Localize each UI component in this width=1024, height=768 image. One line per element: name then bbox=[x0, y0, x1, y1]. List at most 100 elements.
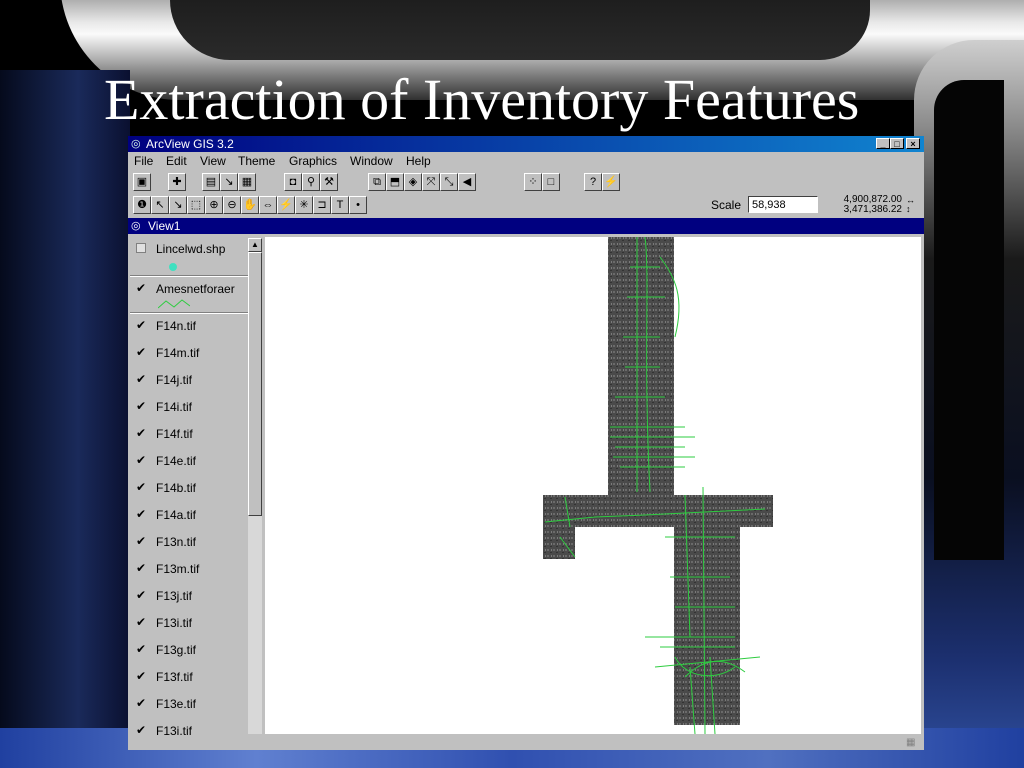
vertex-edit-icon[interactable]: ↘ bbox=[169, 196, 187, 214]
status-bar: ▦ bbox=[128, 736, 924, 750]
identify-icon[interactable]: ❶ bbox=[133, 196, 151, 214]
area-of-interest-icon[interactable]: ⬚ bbox=[187, 196, 205, 214]
select-by-theme-icon[interactable]: ⁘ bbox=[524, 173, 542, 191]
query-builder-icon[interactable]: ⚒ bbox=[320, 173, 338, 191]
layer-name: F14b.tif bbox=[156, 481, 197, 495]
scroll-thumb[interactable] bbox=[248, 252, 262, 516]
hotlink-icon[interactable]: ⚡ bbox=[602, 173, 620, 191]
toc-layer-item[interactable]: ✔ F14f.tif bbox=[130, 423, 248, 450]
toc-divider bbox=[130, 313, 248, 314]
callout-icon[interactable]: ⊐ bbox=[313, 196, 331, 214]
scale-input[interactable] bbox=[748, 196, 818, 213]
window-titlebar[interactable]: ◎ ArcView GIS 3.2 _ □ × bbox=[128, 136, 924, 152]
layer-checkbox[interactable] bbox=[136, 243, 146, 253]
toc-layer-lincelwd[interactable]: Lincelwd.shp bbox=[130, 238, 248, 274]
toc-layer-item[interactable]: ✔ F14i.tif bbox=[130, 396, 248, 423]
add-theme-icon[interactable]: ✚ bbox=[168, 173, 186, 191]
menu-help[interactable]: Help bbox=[406, 154, 431, 168]
menubar: File Edit View Theme Graphics Window Hel… bbox=[128, 153, 924, 171]
layer-check-icon[interactable]: ✔ bbox=[136, 535, 148, 547]
hotlink-tool-icon[interactable]: ⚡ bbox=[277, 196, 295, 214]
label-icon[interactable]: ✳ bbox=[295, 196, 313, 214]
toc-layer-item[interactable]: ✔ F13n.tif bbox=[130, 531, 248, 558]
toc-layer-item[interactable]: ✔ F14m.tif bbox=[130, 342, 248, 369]
menu-edit[interactable]: Edit bbox=[166, 154, 187, 168]
toc-layer-item[interactable]: ✔ F14j.tif bbox=[130, 369, 248, 396]
layer-name: F14e.tif bbox=[156, 454, 197, 468]
zoom-to-extent-icon[interactable]: ⧉ bbox=[368, 173, 386, 191]
view-titlebar[interactable]: ◎ View1 bbox=[128, 218, 924, 234]
clear-selection-icon[interactable]: □ bbox=[542, 173, 560, 191]
toc-layer-item[interactable]: ✔ F13g.tif bbox=[130, 639, 248, 666]
draw-point-icon[interactable]: • bbox=[349, 196, 367, 214]
toc-layer-item[interactable]: ✔ F13i.tif bbox=[130, 612, 248, 639]
layer-check-icon[interactable]: ✔ bbox=[136, 400, 148, 412]
layer-check-icon[interactable]: ✔ bbox=[136, 481, 148, 493]
arcview-globe-icon: ◎ bbox=[131, 138, 141, 150]
layer-check-icon[interactable]: ✔ bbox=[136, 282, 148, 294]
save-icon[interactable]: ▣ bbox=[133, 173, 151, 191]
theme-properties-icon[interactable]: ▤ bbox=[202, 173, 220, 191]
layer-check-icon[interactable]: ✔ bbox=[136, 670, 148, 682]
layer-check-icon[interactable]: ✔ bbox=[136, 589, 148, 601]
layer-name: F13e.tif bbox=[156, 697, 197, 711]
help-icon[interactable]: ? bbox=[584, 173, 602, 191]
measure-icon[interactable]: ⇔ bbox=[259, 196, 277, 214]
layer-check-icon[interactable]: ✔ bbox=[136, 643, 148, 655]
resize-grip-icon[interactable]: ▦ bbox=[906, 737, 920, 749]
zoom-previous-icon[interactable]: ◀ bbox=[458, 173, 476, 191]
toc-layer-item[interactable]: ✔ F14n.tif bbox=[130, 315, 248, 342]
locate-address-icon[interactable]: ⚲ bbox=[302, 173, 320, 191]
toc-layer-item[interactable]: ✔ F14a.tif bbox=[130, 504, 248, 531]
find-icon[interactable]: ◘ bbox=[284, 173, 302, 191]
layer-check-icon[interactable]: ✔ bbox=[136, 454, 148, 466]
text-tool-icon[interactable]: T bbox=[331, 196, 349, 214]
line-symbol-icon bbox=[158, 299, 190, 309]
background-right-inner bbox=[934, 80, 1004, 560]
layer-check-icon[interactable]: ✔ bbox=[136, 616, 148, 628]
layer-check-icon[interactable]: ✔ bbox=[136, 697, 148, 709]
close-button[interactable]: × bbox=[906, 138, 920, 149]
tool-bar: ❶ ↖ ↘ ⬚ ⊕ ⊖ ✋ ⇔ ⚡ ✳ ⊐ T • Scale 4,900,87… bbox=[128, 194, 924, 216]
zoom-in-icon[interactable]: ⤧ bbox=[422, 173, 440, 191]
toc-layer-item[interactable]: ✔ F14e.tif bbox=[130, 450, 248, 477]
minimize-button[interactable]: _ bbox=[876, 138, 890, 149]
scroll-up-icon[interactable]: ▲ bbox=[248, 238, 262, 252]
toc-layer-amesnet[interactable]: ✔ Amesnetforaer bbox=[130, 278, 248, 312]
layer-check-icon[interactable]: ✔ bbox=[136, 427, 148, 439]
layer-name: Lincelwd.shp bbox=[156, 242, 226, 256]
menu-view[interactable]: View bbox=[200, 154, 226, 168]
toc-layer-item[interactable]: ✔ F14b.tif bbox=[130, 477, 248, 504]
toc-scrollbar[interactable]: ▲ bbox=[248, 238, 262, 734]
menu-window[interactable]: Window bbox=[350, 154, 393, 168]
layer-check-icon[interactable]: ✔ bbox=[136, 319, 148, 331]
pointer-icon[interactable]: ↖ bbox=[151, 196, 169, 214]
open-table-icon[interactable]: ▦ bbox=[238, 173, 256, 191]
background-left-panel bbox=[0, 70, 130, 768]
edit-legend-icon[interactable]: ↘ bbox=[220, 173, 238, 191]
zoom-to-themes-icon[interactable]: ⬒ bbox=[386, 173, 404, 191]
menu-file[interactable]: File bbox=[134, 154, 153, 168]
layer-check-icon[interactable]: ✔ bbox=[136, 562, 148, 574]
layer-check-icon[interactable]: ✔ bbox=[136, 724, 148, 736]
layer-name: Amesnetforaer bbox=[156, 282, 235, 296]
menu-theme[interactable]: Theme bbox=[238, 154, 275, 168]
layer-check-icon[interactable]: ✔ bbox=[136, 373, 148, 385]
map-display[interactable] bbox=[265, 237, 921, 734]
zoom-in-tool-icon[interactable]: ⊕ bbox=[205, 196, 223, 214]
maximize-button[interactable]: □ bbox=[890, 138, 904, 149]
toc-layer-item[interactable]: ✔ F13m.tif bbox=[130, 558, 248, 585]
toc-layer-item[interactable]: ✔ F13j.tif bbox=[130, 585, 248, 612]
menu-graphics[interactable]: Graphics bbox=[289, 154, 337, 168]
toc-layer-item[interactable]: ✔ F13f.tif bbox=[130, 666, 248, 693]
layer-name: F14a.tif bbox=[156, 508, 197, 522]
pan-icon[interactable]: ✋ bbox=[241, 196, 259, 214]
zoom-to-selected-icon[interactable]: ◈ bbox=[404, 173, 422, 191]
layer-name: F13f.tif bbox=[156, 670, 193, 684]
layer-check-icon[interactable]: ✔ bbox=[136, 346, 148, 358]
zoom-out-tool-icon[interactable]: ⊖ bbox=[223, 196, 241, 214]
zoom-out-icon[interactable]: ⤡ bbox=[440, 173, 458, 191]
toc-layer-item[interactable]: ✔ F13e.tif bbox=[130, 693, 248, 720]
layer-check-icon[interactable]: ✔ bbox=[136, 508, 148, 520]
coord-arrows-icon: ↔ ↕ bbox=[906, 195, 915, 214]
